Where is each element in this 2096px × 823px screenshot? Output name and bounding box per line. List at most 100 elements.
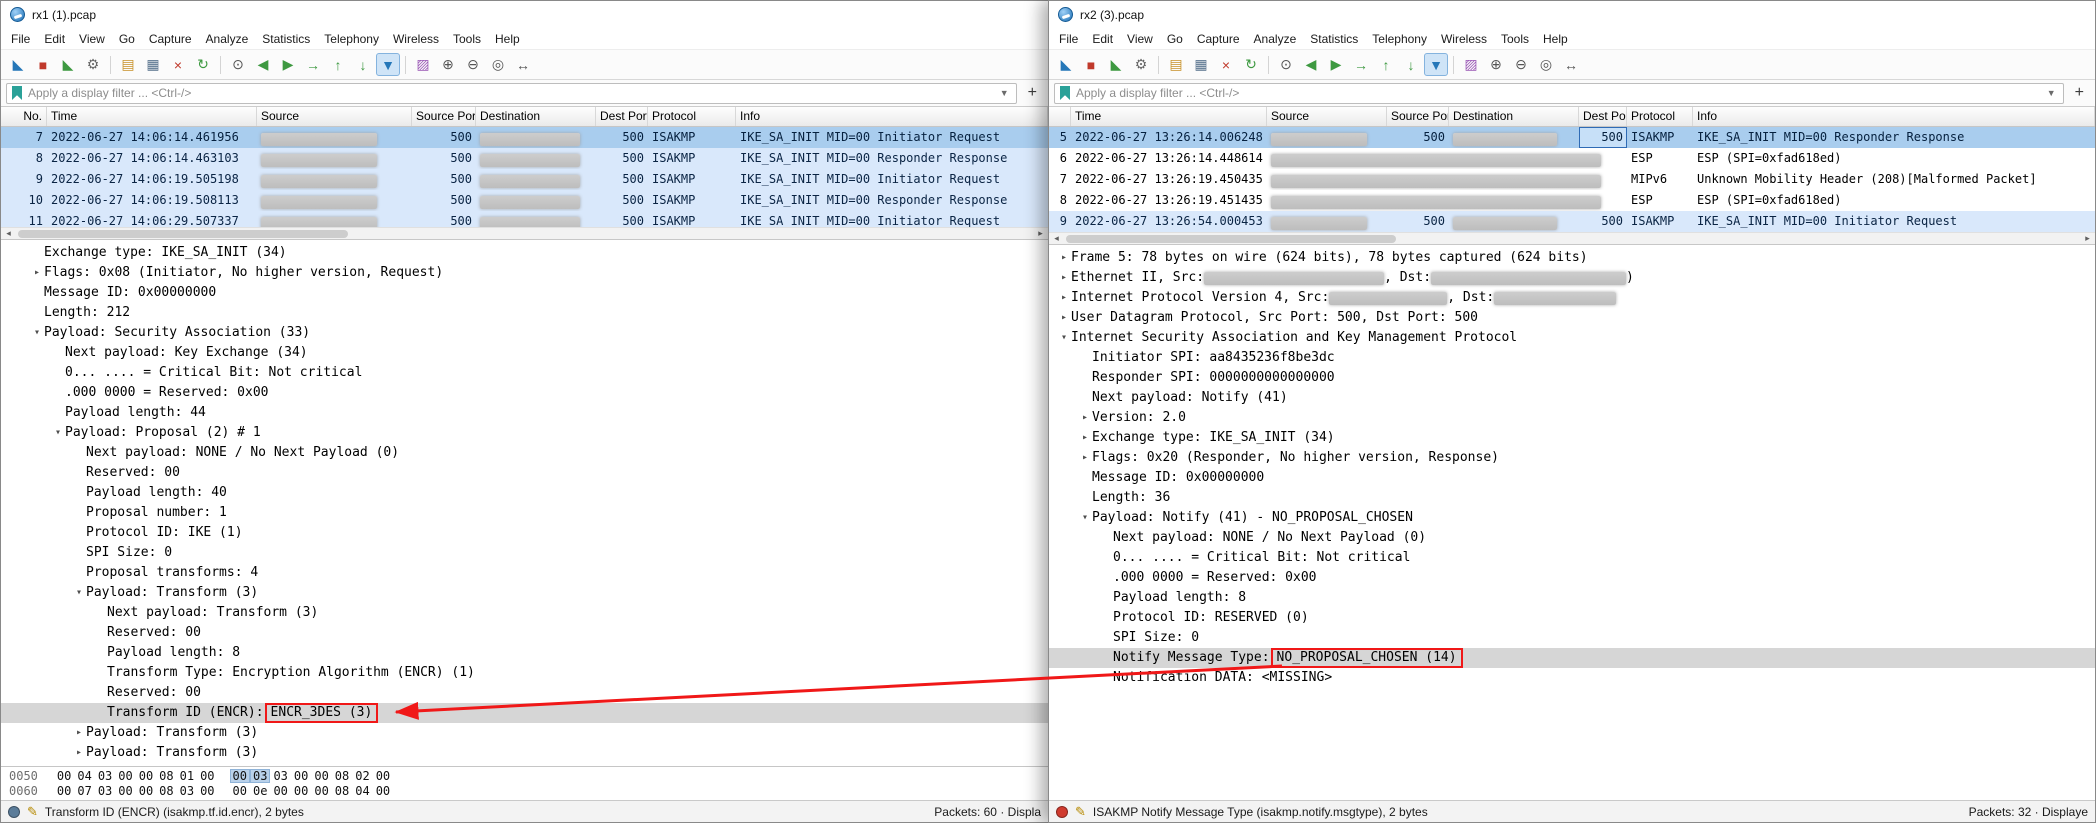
packet-row[interactable]: 11 2022-06-27 14:06:29.507337 500 500 ISAKMP… (1, 211, 1048, 227)
reload-file-icon[interactable]: ↻ (191, 53, 215, 76)
open-file-icon[interactable]: ▤ (116, 53, 140, 76)
collapsed-expander-icon[interactable]: ▸ (1057, 288, 1071, 308)
go-forward-icon[interactable]: ▶ (276, 53, 300, 76)
scrollbar-thumb[interactable] (18, 229, 348, 238)
zoom-out-icon[interactable]: ⊖ (461, 53, 485, 76)
capture-comment-icon[interactable]: ✎ (27, 804, 38, 820)
display-filter-input[interactable] (28, 86, 992, 100)
detail-row[interactable]: Protocol ID: RESERVED (0) (1049, 608, 2095, 628)
collapsed-expander-icon[interactable]: ▸ (72, 743, 86, 763)
detail-row[interactable]: Message ID: 0x00000000 (1049, 468, 2095, 488)
resize-columns-icon[interactable]: ↔ (1559, 53, 1583, 76)
packet-row[interactable]: 8 2022-06-27 14:06:14.463103 500 500 ISAKMP I… (1, 148, 1048, 169)
packet-row[interactable]: 9 2022-06-27 13:26:54.000453 500 500 ISAKMP I… (1049, 211, 2095, 232)
collapsed-expander-icon[interactable]: ▸ (1057, 308, 1071, 328)
menu-file[interactable]: File (1052, 29, 1085, 49)
scroll-left-icon[interactable]: ◂ (1, 228, 16, 239)
filter-dropdown-chevron-icon[interactable]: ▼ (998, 88, 1011, 98)
detail-row[interactable]: ▾ Payload: Proposal (2) # 1 (1, 423, 1048, 443)
filter-add-button[interactable]: + (2069, 85, 2090, 101)
detail-row[interactable]: Initiator SPI: aa8435236f8be3dc (1049, 348, 2095, 368)
menu-capture[interactable]: Capture (142, 29, 199, 49)
go-to-packet-icon[interactable]: → (301, 53, 325, 76)
menu-file[interactable]: File (4, 29, 37, 49)
expanded-expander-icon[interactable]: ▾ (72, 583, 86, 603)
menu-analyze[interactable]: Analyze (199, 29, 256, 49)
column-header-dest-port[interactable]: Dest Port (596, 107, 648, 126)
capture-comment-icon[interactable]: ✎ (1075, 804, 1086, 820)
first-packet-icon[interactable]: ↑ (1374, 53, 1398, 76)
detail-row[interactable]: Length: 36 (1049, 488, 2095, 508)
detail-row[interactable]: ▸ Flags: 0x20 (Responder, No higher versi… (1049, 448, 2095, 468)
reload-file-icon[interactable]: ↻ (1239, 53, 1263, 76)
menu-tools[interactable]: Tools (1494, 29, 1536, 49)
detail-row[interactable]: Next payload: Notify (41) (1049, 388, 2095, 408)
detail-row[interactable]: Notify Message Type: NO_PROPOSAL_CHOSEN … (1049, 648, 2095, 668)
auto-scroll-icon[interactable]: ▼ (1424, 53, 1448, 76)
detail-row[interactable]: 0... .... = Critical Bit: Not critical (1, 363, 1048, 383)
packet-list-hscrollbar[interactable]: ◂ ▸ (1049, 232, 2095, 245)
zoom-out-icon[interactable]: ⊖ (1509, 53, 1533, 76)
detail-row[interactable]: Reserved: 00 (1, 683, 1048, 703)
close-file-icon[interactable]: × (166, 53, 190, 76)
menu-wireless[interactable]: Wireless (386, 29, 446, 49)
filter-dropdown-chevron-icon[interactable]: ▼ (2045, 88, 2058, 98)
go-back-icon[interactable]: ◀ (251, 53, 275, 76)
column-header-protocol[interactable]: Protocol (1627, 107, 1693, 126)
column-header-destination[interactable]: Destination (1449, 107, 1579, 126)
resize-columns-icon[interactable]: ↔ (511, 53, 535, 76)
close-file-icon[interactable]: × (1214, 53, 1238, 76)
packet-row[interactable]: 10 2022-06-27 14:06:19.508113 500 500 ISAKMP… (1, 190, 1048, 211)
detail-row[interactable]: ▸ Version: 2.0 (1049, 408, 2095, 428)
column-header-protocol[interactable]: Protocol (648, 107, 736, 126)
detail-row[interactable]: Proposal transforms: 4 (1, 563, 1048, 583)
find-packet-icon[interactable]: ⊙ (226, 53, 250, 76)
last-packet-icon[interactable]: ↓ (351, 53, 375, 76)
detail-row[interactable]: Exchange type: IKE_SA_INIT (34) (1, 243, 1048, 263)
scroll-right-icon[interactable]: ▸ (2080, 233, 2095, 244)
expert-info-icon[interactable] (8, 805, 20, 818)
menu-statistics[interactable]: Statistics (1303, 29, 1365, 49)
display-filter-input[interactable] (1076, 86, 2039, 100)
capture-options-icon[interactable]: ⚙ (1129, 53, 1153, 76)
packet-row[interactable]: 7 2022-06-27 14:06:14.461956 500 500 ISAKMP I… (1, 127, 1048, 148)
packet-row[interactable]: 7 2022-06-27 13:26:19.450435 MIPv6 Unknown … (1049, 169, 2095, 190)
detail-row[interactable]: Payload length: 40 (1, 483, 1048, 503)
detail-row[interactable]: ▸ Internet Protocol Version 4, Src: , Dst… (1049, 288, 2095, 308)
filter-bookmark-icon[interactable] (12, 86, 22, 100)
scrollbar-thumb[interactable] (1066, 234, 1396, 243)
menu-view[interactable]: View (72, 29, 112, 49)
packet-list-hscrollbar[interactable]: ◂ ▸ (1, 227, 1048, 240)
hex-row[interactable]: 0060 00 07 03 00 00 08 03 00 00 0e 00 00 00 08 04 00 (9, 784, 1040, 799)
detail-row[interactable]: ▸ Flags: 0x08 (Initiator, No higher versi… (1, 263, 1048, 283)
start-capture-icon[interactable]: ◣ (6, 53, 30, 76)
detail-row[interactable]: Transform Type: Encryption Algorithm (EN… (1, 663, 1048, 683)
menu-capture[interactable]: Capture (1190, 29, 1247, 49)
detail-row[interactable]: 0... .... = Critical Bit: Not critical (1049, 548, 2095, 568)
detail-row[interactable]: Next payload: NONE / No Next Payload (0) (1049, 528, 2095, 548)
detail-row[interactable]: Payload length: 8 (1, 643, 1048, 663)
go-back-icon[interactable]: ◀ (1299, 53, 1323, 76)
menu-view[interactable]: View (1120, 29, 1160, 49)
go-to-packet-icon[interactable]: → (1349, 53, 1373, 76)
packet-row[interactable]: 9 2022-06-27 14:06:19.505198 500 500 ISAKMP I… (1, 169, 1048, 190)
detail-row[interactable]: Next payload: NONE / No Next Payload (0) (1, 443, 1048, 463)
go-forward-icon[interactable]: ▶ (1324, 53, 1348, 76)
menu-telephony[interactable]: Telephony (317, 29, 386, 49)
column-header-destination[interactable]: Destination (476, 107, 596, 126)
collapsed-expander-icon[interactable]: ▸ (1078, 428, 1092, 448)
save-file-icon[interactable]: ▦ (1189, 53, 1213, 76)
expanded-expander-icon[interactable]: ▾ (1078, 508, 1092, 528)
detail-row[interactable]: Reserved: 00 (1, 623, 1048, 643)
expanded-expander-icon[interactable]: ▾ (1057, 328, 1071, 348)
zoom-reset-icon[interactable]: ◎ (486, 53, 510, 76)
expanded-expander-icon[interactable]: ▾ (30, 323, 44, 343)
save-file-icon[interactable]: ▦ (141, 53, 165, 76)
column-header-source-port[interactable]: Source Port (412, 107, 476, 126)
first-packet-icon[interactable]: ↑ (326, 53, 350, 76)
restart-capture-icon[interactable]: ◣ (1104, 53, 1128, 76)
column-header-source-port[interactable]: Source Port (1387, 107, 1449, 126)
collapsed-expander-icon[interactable]: ▸ (1057, 248, 1071, 268)
scroll-left-icon[interactable]: ◂ (1049, 233, 1064, 244)
menu-help[interactable]: Help (488, 29, 527, 49)
